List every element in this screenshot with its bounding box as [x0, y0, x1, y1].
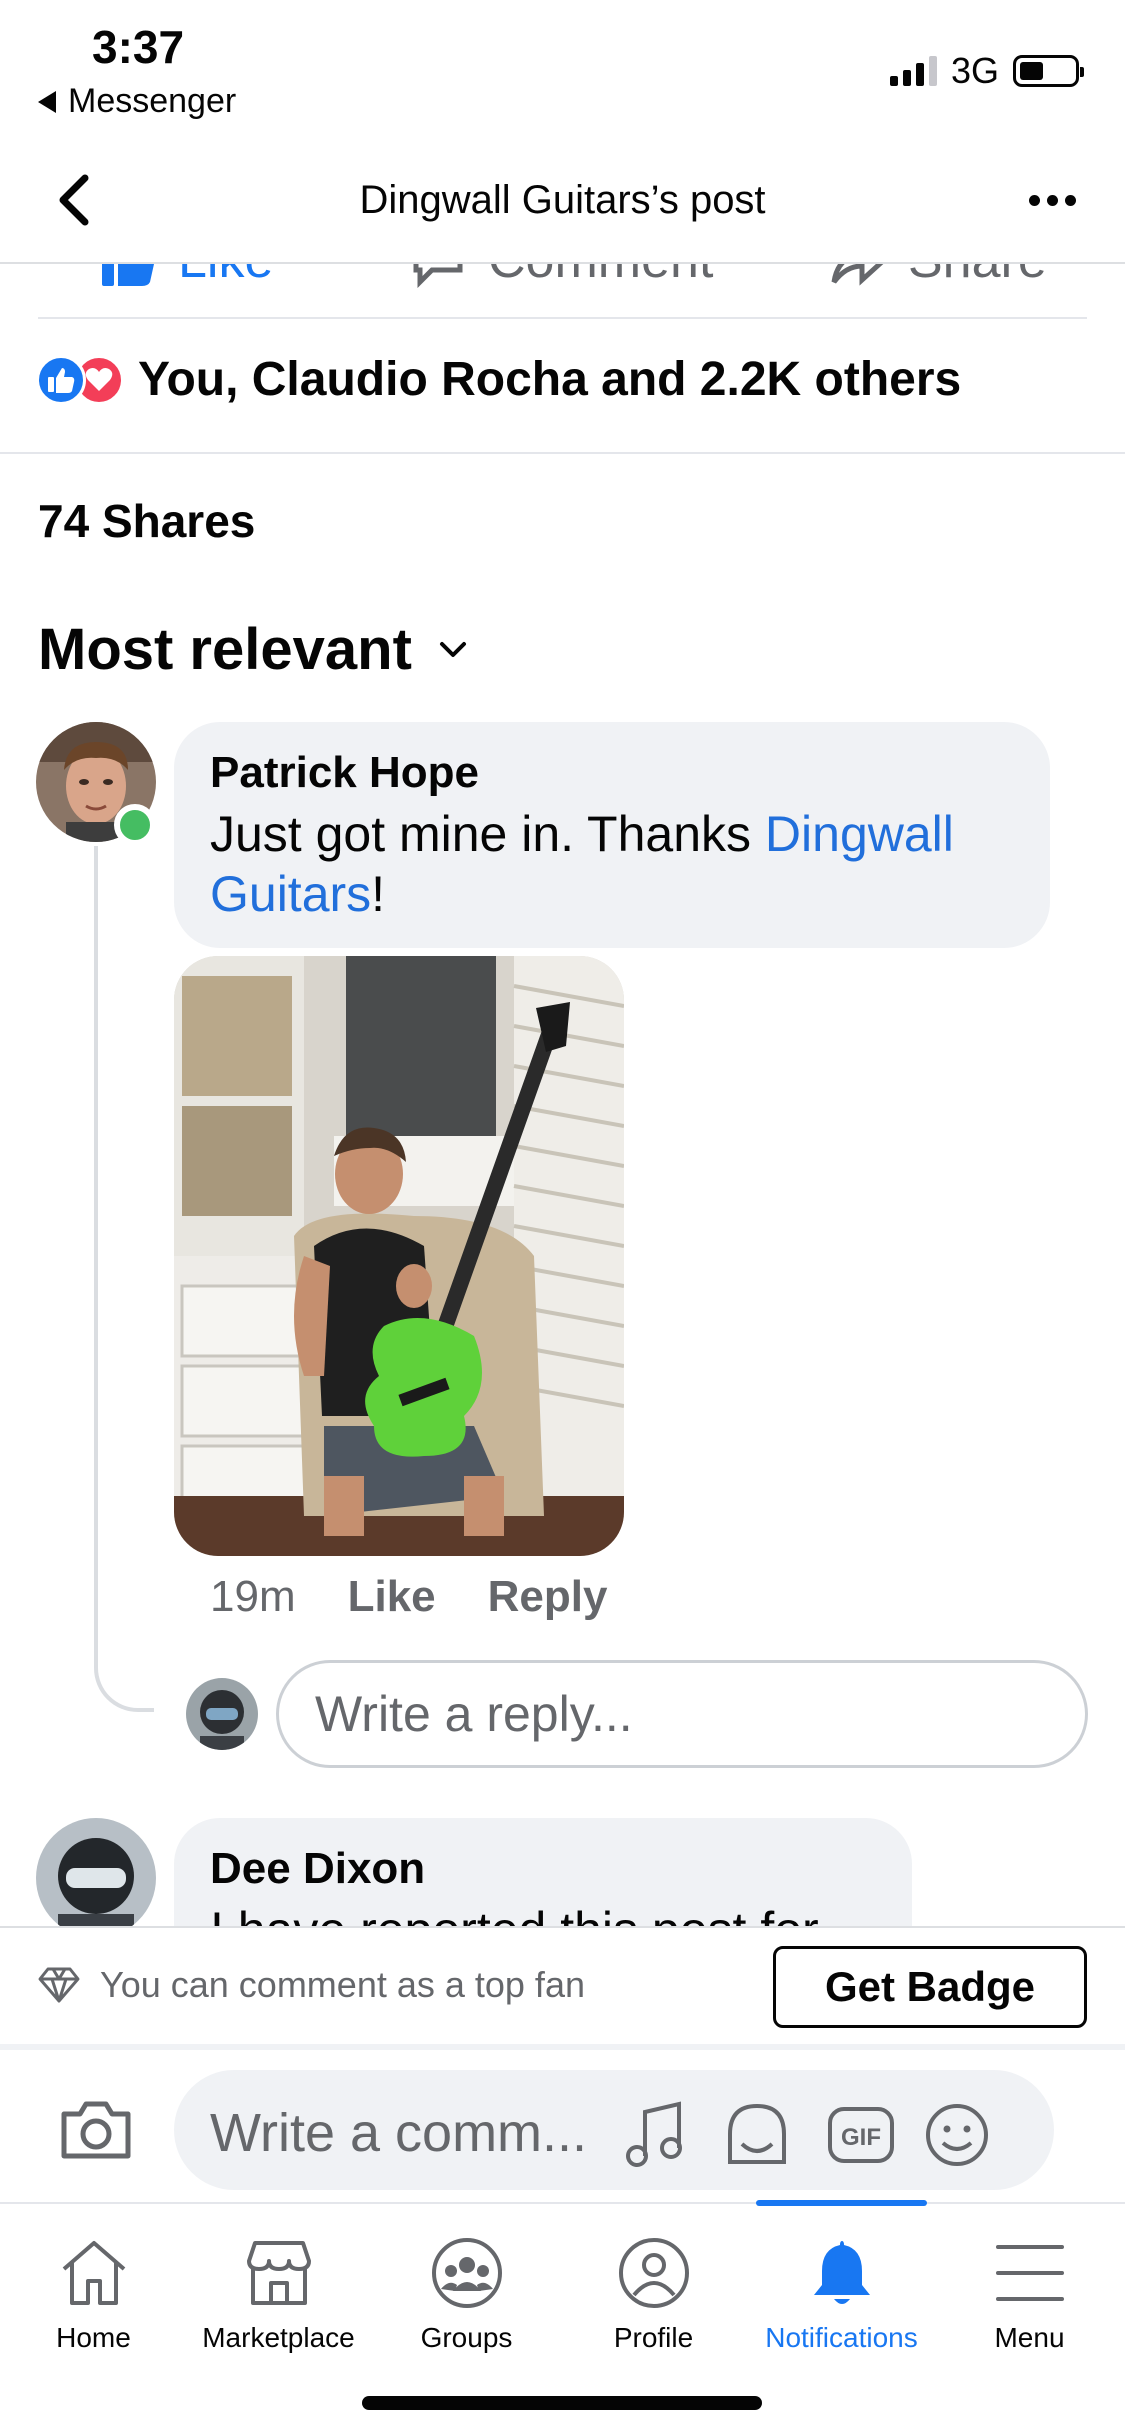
- tab-label: Notifications: [765, 2322, 918, 2353]
- divider: [0, 452, 1125, 454]
- tab-menu[interactable]: Menu: [936, 2204, 1123, 2354]
- svg-text:GIF: GIF: [841, 2124, 881, 2151]
- comment-text-part: Just got mine in. Thanks: [210, 806, 765, 862]
- top-fan-bar: You can comment as a top fan Get Badge: [0, 1926, 1125, 2044]
- music-note-icon: [626, 2101, 682, 2167]
- cellular-signal-icon: [889, 56, 937, 86]
- comment-like-button[interactable]: Like: [348, 1572, 436, 1622]
- like-reaction-icon: [36, 354, 86, 405]
- comment-bubble[interactable]: Patrick Hope Just got mine in. Thanks Di…: [174, 722, 1050, 948]
- my-avatar: [186, 1678, 258, 1750]
- battery-icon: [1013, 55, 1084, 87]
- tab-groups[interactable]: Groups: [373, 2204, 560, 2354]
- gif-button[interactable]: GIF: [826, 2100, 896, 2170]
- thumbs-up-icon: [102, 264, 154, 286]
- dot-icon: [1064, 194, 1076, 206]
- sort-label: Most relevant: [38, 617, 412, 682]
- camera-button[interactable]: [56, 2090, 136, 2170]
- comment-input[interactable]: Write a comm... GIF: [174, 2070, 1054, 2190]
- like-action-label: Like: [178, 264, 273, 290]
- like-action-button[interactable]: Like: [100, 264, 273, 290]
- share-action-label: Share: [908, 264, 1047, 290]
- comment-reply-button[interactable]: Reply: [488, 1572, 608, 1622]
- reactions-label: You, Claudio Rocha and 2.2K others: [138, 353, 962, 406]
- tab-label: Profile: [613, 2322, 694, 2353]
- comment-action-button[interactable]: Comment: [410, 264, 713, 290]
- comment-sort-dropdown[interactable]: Most relevant: [38, 616, 468, 683]
- post-header: Dingwall Guitars’s post: [0, 140, 1125, 264]
- home-icon: [62, 2241, 125, 2305]
- share-icon: [831, 264, 884, 286]
- comment-input-placeholder: Write a comm...: [210, 2103, 588, 2163]
- bell-icon: [813, 2241, 870, 2304]
- comment-composer: Write a comm... GIF: [0, 2044, 1125, 2202]
- divider: [38, 317, 1087, 319]
- comment-meta: 19m Like Reply: [210, 1572, 607, 1622]
- tab-label: Menu: [994, 2322, 1065, 2353]
- more-options-button[interactable]: [1017, 170, 1087, 230]
- marketplace-icon: [246, 2241, 311, 2305]
- network-type: 3G: [950, 50, 999, 91]
- tab-notifications[interactable]: Notifications: [748, 2200, 935, 2354]
- reply-input-placeholder: Write a reply...: [315, 1686, 633, 1742]
- comment-icon: [413, 264, 463, 288]
- music-button[interactable]: [620, 2100, 690, 2170]
- comment-text-part: !: [371, 866, 386, 922]
- reply-thread-line: [94, 846, 154, 1712]
- comment-text: Just got mine in. Thanks Dingwall Guitar…: [210, 804, 1014, 924]
- gif-icon: GIF: [828, 2107, 894, 2163]
- tab-label: Groups: [420, 2322, 513, 2353]
- comment-author[interactable]: Dee Dixon: [210, 1844, 876, 1894]
- top-fan-notice: You can comment as a top fan: [36, 1964, 585, 2006]
- tab-label: Marketplace: [202, 2322, 355, 2353]
- get-badge-button[interactable]: Get Badge: [773, 1946, 1087, 2028]
- dot-icon: [1046, 194, 1058, 206]
- comment-author[interactable]: Patrick Hope: [210, 748, 1014, 798]
- smiley-icon: [926, 2104, 988, 2166]
- reactions-summary[interactable]: You, Claudio Rocha and 2.2K others: [36, 352, 961, 407]
- dot-icon: [1028, 194, 1040, 206]
- top-fan-text: You can comment as a top fan: [100, 1964, 585, 2005]
- next-comment: Dee Dixon I have reported this post for: [0, 1800, 1125, 1926]
- commenter-avatar[interactable]: [36, 1818, 156, 1926]
- profile-icon: [618, 2238, 689, 2308]
- tab-label: Home: [56, 2322, 131, 2353]
- tab-marketplace[interactable]: Marketplace: [185, 2204, 372, 2354]
- tab-home[interactable]: Home: [0, 2204, 187, 2354]
- comment-bubble[interactable]: Dee Dixon I have reported this post for: [174, 1818, 912, 1926]
- diamond-icon: [38, 1967, 80, 2003]
- tab-profile[interactable]: Profile: [560, 2204, 747, 2354]
- emoji-button[interactable]: [922, 2100, 992, 2170]
- home-indicator: [362, 2396, 762, 2410]
- page-title: Dingwall Guitars’s post: [359, 178, 766, 222]
- back-to-app-link[interactable]: Messenger: [38, 82, 236, 121]
- avatar-sticker-icon: [728, 2103, 786, 2164]
- back-triangle-icon: [38, 90, 56, 113]
- online-status-indicator: [114, 804, 156, 846]
- reply-input[interactable]: Write a reply...: [276, 1660, 1088, 1768]
- status-bar: 3:37 Messenger 3G: [0, 0, 1125, 140]
- back-app-label: Messenger: [68, 82, 237, 120]
- comment-action-label: Comment: [488, 264, 713, 290]
- post-actions-row: Like Comment Share: [0, 264, 1125, 318]
- comment-time: 19m: [210, 1572, 296, 1621]
- shares-count[interactable]: 74 Shares: [38, 494, 255, 548]
- avatar-sticker-button[interactable]: [722, 2100, 792, 2170]
- comment-text: I have reported this post for: [210, 1900, 876, 1926]
- menu-icon: [995, 2245, 1064, 2301]
- share-action-button[interactable]: Share: [830, 264, 1047, 290]
- groups-icon: [431, 2238, 502, 2308]
- chevron-down-icon: [439, 641, 466, 657]
- camera-icon: [61, 2101, 131, 2159]
- status-time: 3:37: [92, 21, 185, 73]
- comment-photo[interactable]: [174, 956, 624, 1556]
